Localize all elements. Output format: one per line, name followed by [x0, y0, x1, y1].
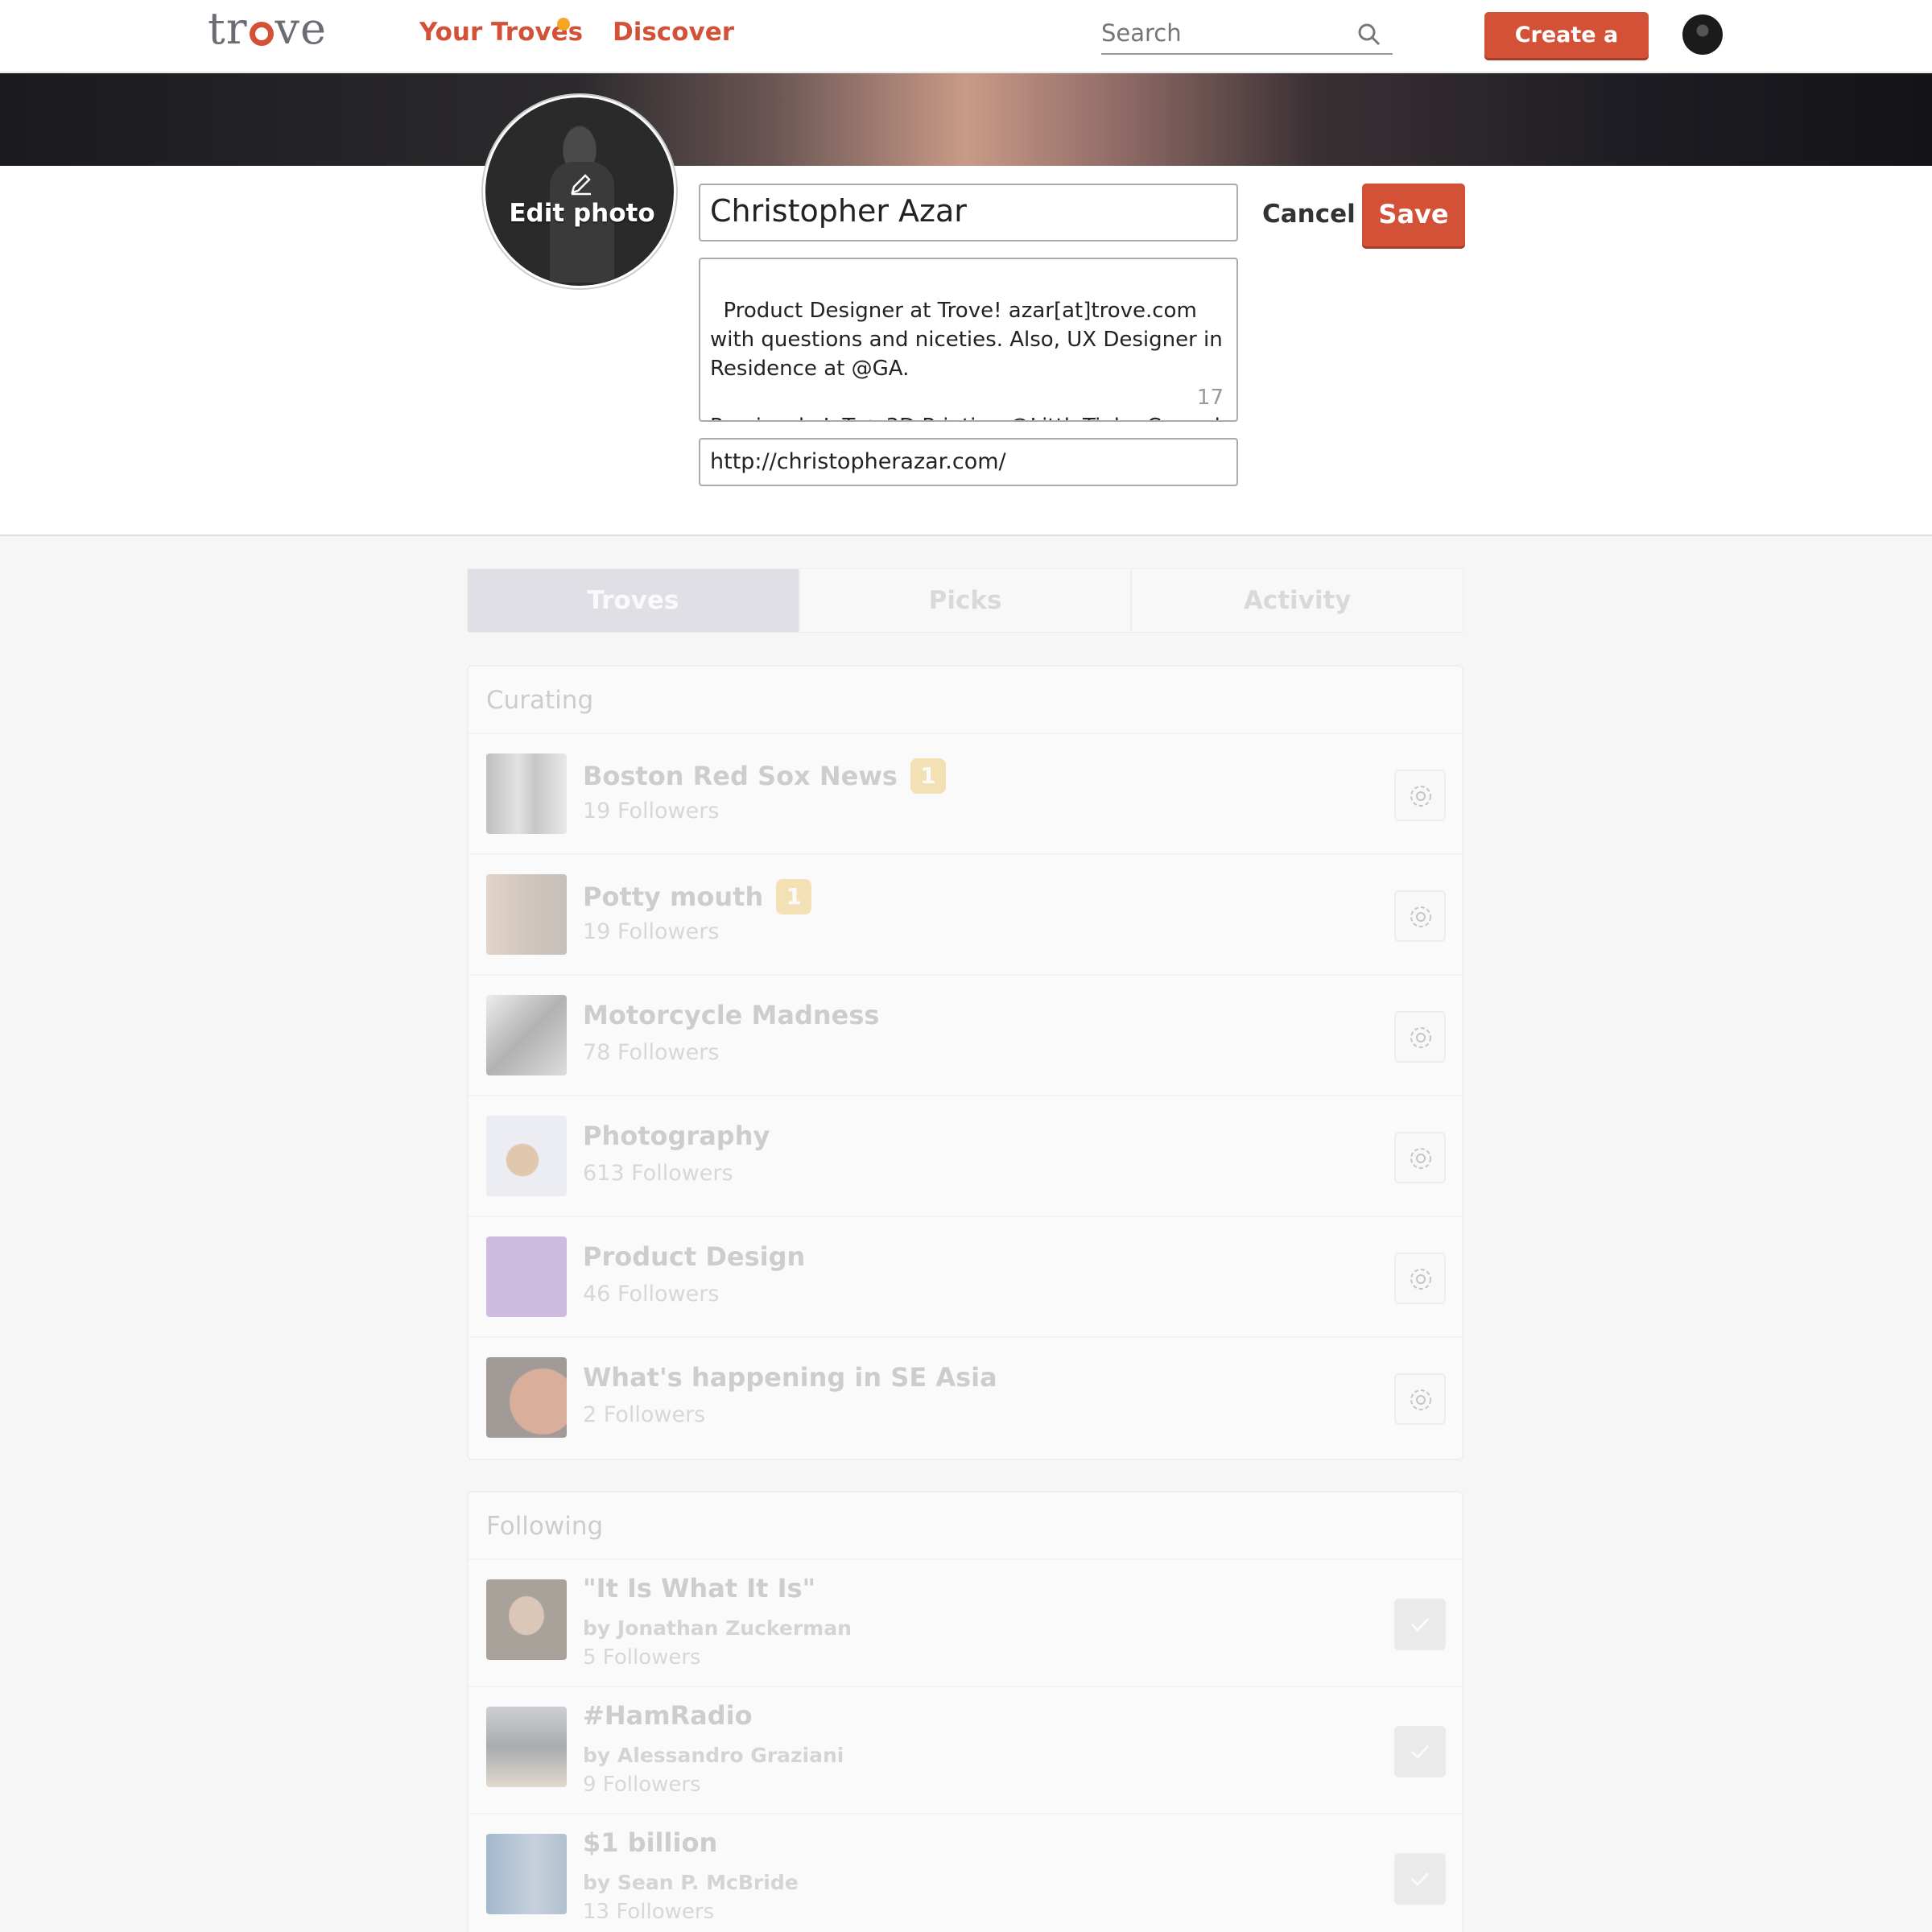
trove-settings-button[interactable]: [1394, 1373, 1446, 1425]
trove-name: "It Is What It Is": [583, 1573, 816, 1604]
list-item[interactable]: "It Is What It Is" by Jonathan Zuckerman…: [469, 1560, 1462, 1687]
trove-thumbnail: [486, 1707, 567, 1787]
trove-followers: 613 Followers: [583, 1161, 733, 1186]
trove-followers: 19 Followers: [583, 919, 720, 944]
following-toggle[interactable]: [1394, 1599, 1446, 1650]
trove-settings-button[interactable]: [1394, 1132, 1446, 1183]
trove-name: Potty mouth 1: [583, 879, 812, 914]
unread-badge: 1: [776, 879, 812, 914]
list-item[interactable]: Boston Red Sox News 1 19 Followers: [469, 734, 1462, 855]
trove-author: by Sean P. McBride: [583, 1871, 799, 1894]
following-toggle[interactable]: [1394, 1726, 1446, 1777]
trove-name: Photography: [583, 1121, 770, 1151]
trove-thumbnail: [486, 995, 567, 1075]
profile-photo[interactable]: Edit photo: [483, 95, 676, 288]
trove-thumbnail: [486, 1834, 567, 1914]
gear-icon: [1410, 1148, 1431, 1169]
trove-name: Motorcycle Madness: [583, 1000, 880, 1030]
nav-discover[interactable]: Discover: [613, 18, 734, 47]
top-navigation-bar: trve Your Troves Discover Create a trove: [0, 0, 1932, 93]
trove-followers: 78 Followers: [583, 1040, 720, 1065]
list-item[interactable]: Product Design 46 Followers: [469, 1217, 1462, 1338]
list-item[interactable]: What's happening in SE Asia 2 Followers: [469, 1338, 1462, 1459]
checkmark-icon: [1410, 1872, 1430, 1887]
list-item[interactable]: Motorcycle Madness 78 Followers: [469, 976, 1462, 1096]
gear-icon: [1410, 1389, 1431, 1410]
search-icon[interactable]: [1357, 23, 1381, 47]
list-item[interactable]: $1 billion by Sean P. McBride 13 Followe…: [469, 1814, 1462, 1932]
curating-panel: Curating Boston Red Sox News 1 19 Followe…: [467, 665, 1463, 1460]
trove-name: #HamRadio: [583, 1700, 753, 1731]
bio-character-count: 17: [1196, 386, 1224, 410]
trove-settings-button[interactable]: [1394, 1253, 1446, 1304]
following-title: Following: [469, 1492, 1462, 1560]
trove-thumbnail: [486, 1236, 567, 1317]
trove-logo[interactable]: tr ve: [208, 3, 327, 54]
trove-name: Product Design: [583, 1241, 806, 1272]
trove-settings-button[interactable]: [1394, 1011, 1446, 1063]
create-trove-button[interactable]: Create a trove: [1484, 12, 1649, 93]
trove-thumbnail: [486, 1116, 567, 1196]
trove-settings-button[interactable]: [1394, 770, 1446, 821]
search-box: [1101, 16, 1393, 55]
trove-name: Boston Red Sox News 1: [583, 758, 946, 794]
checkmark-icon: [1410, 1617, 1430, 1633]
following-toggle[interactable]: [1394, 1853, 1446, 1905]
bio-text: Product Designer at Trove! azar[at]trove…: [710, 299, 1223, 420]
gear-icon: [1410, 786, 1431, 807]
trove-followers: 13 Followers: [583, 1900, 715, 1924]
trove-followers: 9 Followers: [583, 1773, 701, 1797]
trove-name: What's happening in SE Asia: [583, 1362, 997, 1393]
save-button[interactable]: Save: [1362, 184, 1465, 246]
edit-photo-label: Edit photo: [509, 199, 655, 228]
trove-thumbnail: [486, 874, 567, 955]
gear-icon: [1410, 1027, 1431, 1048]
user-avatar[interactable]: [1682, 14, 1723, 55]
gear-icon: [1410, 906, 1431, 927]
name-field[interactable]: Christopher Azar: [699, 184, 1238, 242]
trove-followers: 2 Followers: [583, 1402, 706, 1427]
trove-followers: 19 Followers: [583, 799, 720, 824]
website-url-field[interactable]: http://christopherazar.com/: [699, 438, 1238, 486]
unread-badge: 1: [910, 758, 946, 794]
cancel-button[interactable]: Cancel: [1262, 200, 1356, 229]
trove-thumbnail: [486, 1357, 567, 1438]
trove-followers: 5 Followers: [583, 1645, 701, 1670]
curating-title: Curating: [469, 667, 1462, 734]
tab-activity[interactable]: Activity: [1132, 569, 1463, 632]
list-item[interactable]: #HamRadio by Alessandro Graziani 9 Follo…: [469, 1687, 1462, 1814]
trove-name: $1 billion: [583, 1827, 718, 1858]
pencil-icon: [571, 174, 591, 196]
gear-icon: [1410, 1269, 1431, 1290]
tab-picks[interactable]: Picks: [800, 569, 1133, 632]
bio-field[interactable]: Product Designer at Trove! azar[at]trove…: [699, 258, 1238, 422]
tab-troves[interactable]: Troves: [468, 569, 800, 632]
search-input[interactable]: [1101, 16, 1343, 47]
list-item[interactable]: Potty mouth 1 19 Followers: [469, 855, 1462, 976]
trove-author: by Alessandro Graziani: [583, 1744, 844, 1767]
profile-tabs: Troves Picks Activity: [467, 568, 1463, 633]
following-panel: Following "It Is What It Is" by Jonathan…: [467, 1491, 1463, 1932]
trove-settings-button[interactable]: [1394, 890, 1446, 942]
trove-author: by Jonathan Zuckerman: [583, 1616, 852, 1640]
trove-followers: 46 Followers: [583, 1282, 720, 1307]
list-item[interactable]: Photography 613 Followers: [469, 1096, 1462, 1217]
trove-thumbnail: [486, 1579, 567, 1660]
checkmark-icon: [1410, 1744, 1430, 1760]
profile-cover-banner: [0, 73, 1932, 166]
trove-thumbnail: [486, 753, 567, 834]
notification-dot: [557, 18, 570, 31]
